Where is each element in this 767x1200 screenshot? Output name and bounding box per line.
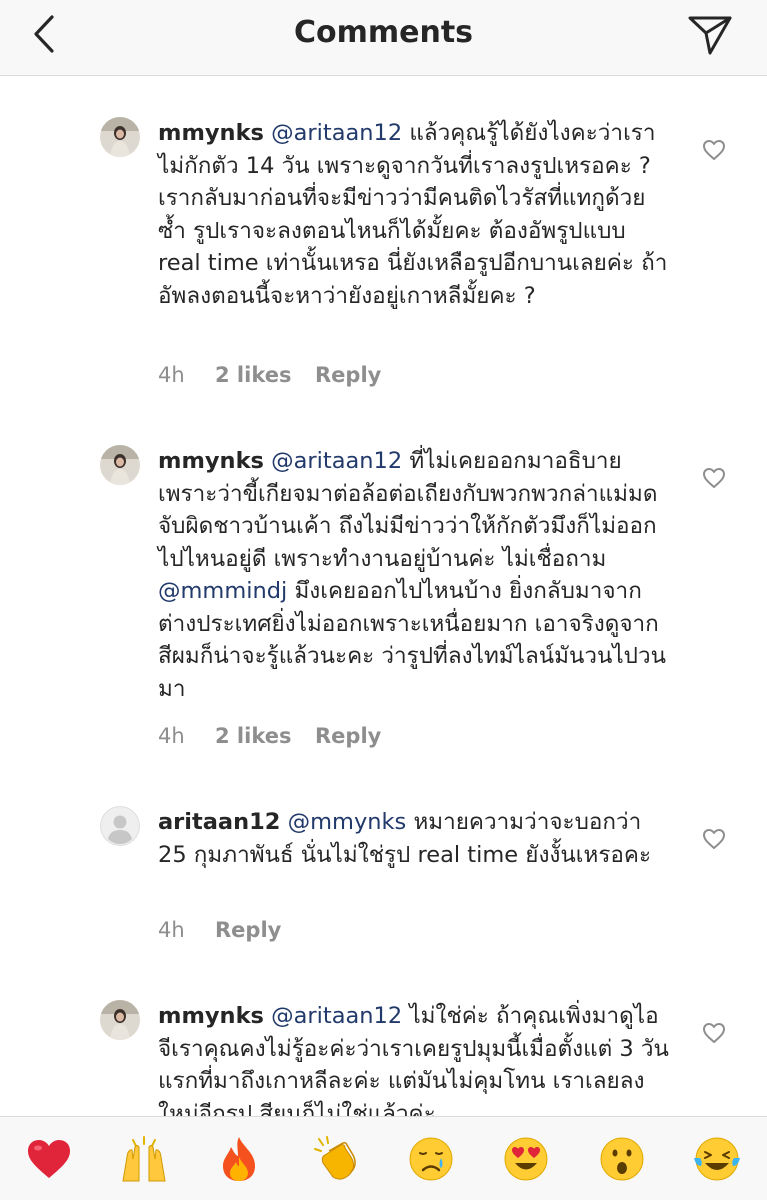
heart-outline-icon [703,468,725,488]
heart-outline-icon [703,1023,725,1043]
like-button[interactable] [700,825,728,853]
emoji-surprised-face[interactable] [592,1117,652,1200]
avatar[interactable] [100,445,140,485]
comment-mention[interactable]: @mmmindj [158,578,287,604]
send-button[interactable] [685,10,735,60]
like-button[interactable] [700,136,728,164]
comment-mention[interactable]: @aritaan12 [271,120,402,146]
comment-meta: 4h Reply [158,918,281,948]
emoji-clapping-hands[interactable] [305,1117,365,1200]
comment-body: แล้วคุณรู้ได้ยังไงคะว่าเราไม่กักตัว 14 ว… [158,120,668,309]
raising-hands-icon [122,1136,166,1182]
comment-timestamp: 4h [158,724,185,748]
comment-text: mmynks @aritaan12 แล้วคุณรู้ได้ยังไงคะว่… [158,117,670,312]
avatar-photo [100,1000,140,1040]
likes-count[interactable]: 2 likes [215,363,315,393]
comment-username[interactable]: aritaan12 [158,809,280,835]
heart-outline-icon [703,829,725,849]
header-bar: Comments [0,0,767,76]
emoji-heart-eyes[interactable] [496,1117,556,1200]
page-title: Comments [293,15,474,50]
emoji-tears-of-joy[interactable] [687,1117,747,1200]
emoji-reaction-bar [0,1116,767,1200]
comment-username[interactable]: mmynks [158,448,264,474]
comment-mention[interactable]: @aritaan12 [271,1003,402,1029]
comment-mention[interactable]: @mmynks [288,809,407,835]
comment-meta: 4h 2 likes Reply [158,724,381,754]
heart-eyes-face-icon [504,1137,548,1181]
like-button[interactable] [700,464,728,492]
comment-timestamp: 4h [158,918,185,942]
comment-username[interactable]: mmynks [158,1003,264,1029]
emoji-crying-face[interactable] [401,1117,461,1200]
comment-text: aritaan12 @mmynks หมายความว่าจะบอกว่า 25… [158,806,670,871]
comment-mention[interactable]: @aritaan12 [271,448,402,474]
avatar[interactable] [100,806,140,846]
avatar[interactable] [100,117,140,157]
comments-list[interactable]: mmynks @aritaan12 แล้วคุณรู้ได้ยังไงคะว่… [0,76,767,1116]
heart-outline-icon [703,140,725,160]
avatar[interactable] [100,1000,140,1040]
avatar-photo [100,117,140,157]
paper-plane-icon [688,16,732,55]
clapping-hands-icon [314,1136,356,1180]
reply-button[interactable]: Reply [315,363,381,393]
like-button[interactable] [700,1019,728,1047]
emoji-heart[interactable] [19,1117,79,1200]
comment-username[interactable]: mmynks [158,120,264,146]
reply-button[interactable]: Reply [315,724,381,754]
emoji-fire[interactable] [209,1117,269,1200]
likes-count[interactable]: 2 likes [215,724,315,754]
red-heart-icon [28,1140,70,1178]
fire-icon [223,1137,255,1181]
default-avatar-icon [100,806,140,846]
comment-timestamp: 4h [158,363,185,387]
avatar-photo [100,445,140,485]
crying-face-icon [409,1137,453,1181]
comment-meta: 4h 2 likes Reply [158,363,381,393]
reply-button[interactable]: Reply [215,918,281,948]
comment-text: mmynks @aritaan12 ไม่ใช่ค่ะ ถ้าคุณเพิ่งม… [158,1000,670,1116]
surprised-face-icon [600,1137,644,1181]
emoji-raising-hands[interactable] [114,1117,174,1200]
tears-of-joy-face-icon [694,1137,740,1181]
comment-text: mmynks @aritaan12 ที่ไม่เคยออกมาอธิบายเพ… [158,445,670,705]
